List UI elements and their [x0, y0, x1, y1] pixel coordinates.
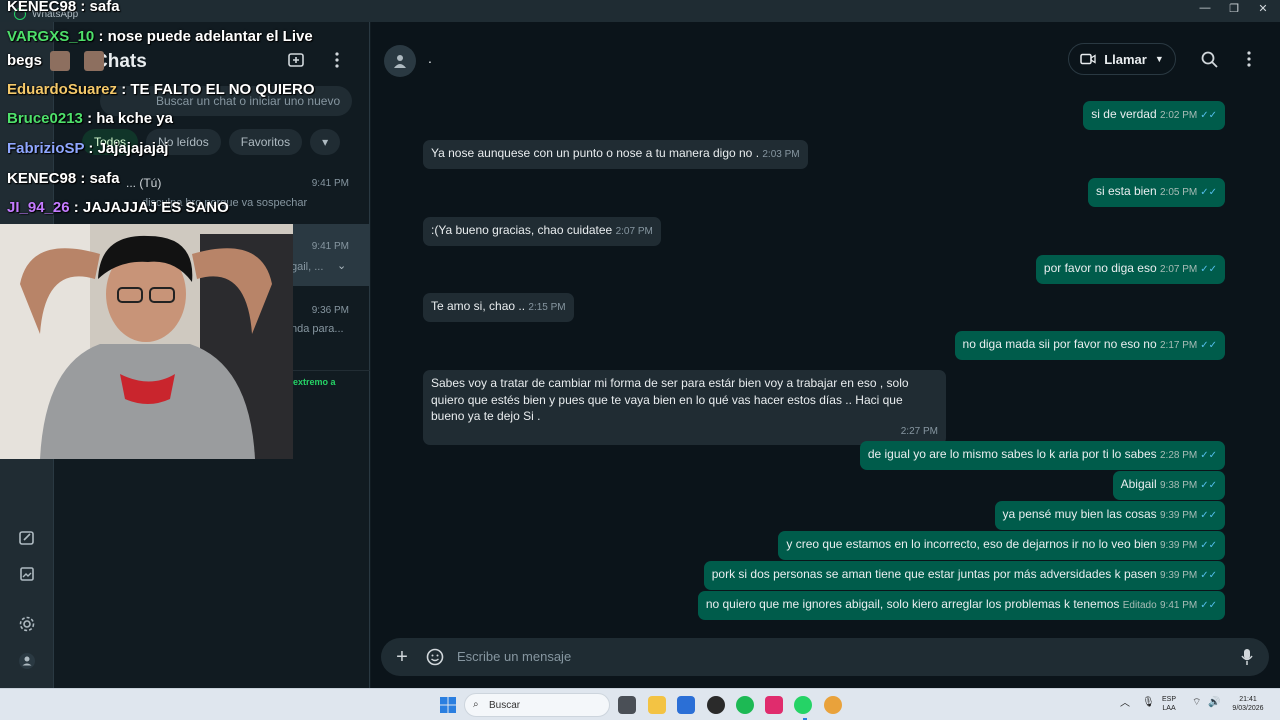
- taskbar: ⌕ Buscar ︿ 🎙 ESP LAA ⌔ 🔊 21:41 9/03/2026: [0, 688, 1280, 720]
- search-icon: ⌕: [473, 699, 479, 710]
- chat-preview: nda para...: [291, 323, 344, 335]
- close-button[interactable]: ✕: [1246, 2, 1280, 15]
- stream-chat-line: KENEC98 : safa: [7, 0, 120, 15]
- task-view-icon[interactable]: [618, 696, 636, 714]
- contact-name[interactable]: .: [428, 50, 432, 66]
- chat-time: 9:41 PM: [311, 178, 349, 189]
- profile-avatar-icon[interactable]: [17, 651, 37, 671]
- outgoing-message[interactable]: no diga mada sii por favor no eso no 2:1…: [954, 331, 1225, 360]
- search-icon[interactable]: [1199, 49, 1219, 69]
- emote-icon: [84, 51, 105, 71]
- chat-time: 9:36 PM: [311, 305, 349, 316]
- file-explorer-icon[interactable]: [648, 696, 666, 714]
- read-ticks-icon: ✓✓: [1200, 110, 1217, 121]
- tiktok-icon[interactable]: [765, 696, 783, 714]
- edited-label: Editado: [1122, 600, 1157, 611]
- outgoing-message[interactable]: por favor no diga eso 2:07 PM ✓✓: [1035, 255, 1225, 284]
- read-ticks-icon: ✓✓: [1200, 570, 1217, 581]
- outgoing-message[interactable]: ya pensé muy bien las cosas 9:39 PM ✓✓: [994, 501, 1225, 530]
- stream-chat-line: Bruce0213 : ha kche ya: [7, 110, 173, 127]
- read-ticks-icon: ✓✓: [1200, 510, 1217, 521]
- obs-icon[interactable]: [707, 696, 725, 714]
- stream-chat-line: EduardoSuarez : TE FALTO EL NO QUIERO: [7, 81, 315, 98]
- incoming-message[interactable]: :(Ya bueno gracias, chao cuidatee 2:07 P…: [423, 217, 661, 246]
- outgoing-message[interactable]: no quiero que me ignores abigail, solo k…: [697, 591, 1225, 620]
- taskbar-search-label: Buscar: [489, 700, 521, 711]
- emote-icon: [50, 51, 71, 71]
- volume-icon[interactable]: 🔊: [1208, 698, 1220, 708]
- filter-favorites[interactable]: Favoritos: [228, 129, 303, 155]
- media-gallery-icon[interactable]: [17, 564, 37, 584]
- outgoing-message[interactable]: pork si dos personas se aman tiene que e…: [703, 561, 1225, 590]
- stream-chat-line: FabrizioSP : Jajajajajaj: [7, 140, 169, 157]
- outgoing-message[interactable]: Abigail 9:38 PM ✓✓: [1112, 471, 1225, 500]
- read-ticks-icon: ✓✓: [1200, 480, 1217, 491]
- clock[interactable]: 21:41 9/03/2026: [1226, 695, 1270, 713]
- conversation-menu-icon[interactable]: [1239, 49, 1259, 69]
- read-ticks-icon: ✓✓: [1200, 450, 1217, 461]
- title-bar: WhatsApp — ❐ ✕: [0, 0, 1280, 22]
- filter-more-dropdown[interactable]: ▾: [310, 129, 341, 155]
- conversation-panel: . Llamar ▼ si de verdad 2:02 PM ✓✓ Ya nos…: [371, 22, 1280, 688]
- outgoing-message[interactable]: y creo que estamos en lo incorrecto, eso…: [778, 531, 1225, 560]
- whatsapp-taskbar-icon[interactable]: [794, 696, 812, 714]
- menu-dots-icon[interactable]: [327, 50, 347, 70]
- incoming-message[interactable]: Te amo si, chao .. 2:15 PM: [423, 293, 574, 322]
- microphone-tray-icon[interactable]: 🎙: [1142, 698, 1155, 708]
- store-icon[interactable]: [677, 696, 695, 714]
- tray-overflow-icon[interactable]: ︿: [1120, 699, 1130, 709]
- message-list: si de verdad 2:02 PM ✓✓ Ya nose aunquese …: [371, 94, 1280, 634]
- stream-chat-line: begs: [7, 51, 105, 71]
- chrome-icon[interactable]: [824, 696, 842, 714]
- outgoing-message[interactable]: si esta bien 2:05 PM ✓✓: [1087, 178, 1225, 207]
- spotify-icon[interactable]: [736, 696, 754, 714]
- chevron-down-icon[interactable]: ⌄: [337, 259, 346, 272]
- outgoing-message[interactable]: de igual yo are lo mismo sabes lo k aria…: [859, 441, 1225, 470]
- microphone-icon[interactable]: [1237, 647, 1257, 667]
- incoming-message[interactable]: Ya nose aunquese con un punto o nose a t…: [423, 140, 808, 169]
- settings-gear-icon[interactable]: [17, 614, 37, 634]
- incoming-message[interactable]: Sabes voy a tratar de cambiar mi forma d…: [423, 370, 946, 445]
- message-input[interactable]: Escribe un mensaje: [457, 649, 571, 664]
- chat-time: 9:41 PM: [311, 241, 349, 252]
- read-ticks-icon: ✓✓: [1200, 264, 1217, 275]
- wifi-icon[interactable]: ⌔: [1192, 698, 1201, 708]
- taskbar-search[interactable]: ⌕ Buscar: [464, 693, 610, 717]
- webcam-overlay: [0, 224, 293, 459]
- chat-preview: ... (Tú): [126, 176, 162, 190]
- stream-chat-line: VARGXS_10 : nose puede adelantar el Live: [7, 28, 313, 45]
- stream-chat-line: KENEC98 : safa: [7, 170, 120, 187]
- call-button[interactable]: Llamar ▼: [1068, 43, 1176, 75]
- attach-plus-icon[interactable]: +: [392, 646, 412, 668]
- conversation-header: . Llamar ▼: [371, 22, 1280, 94]
- sticker-emoji-icon[interactable]: [425, 647, 445, 667]
- composer-box: + Escribe un mensaje: [381, 638, 1269, 676]
- read-ticks-icon: ✓✓: [1200, 187, 1217, 198]
- read-ticks-icon: ✓✓: [1200, 340, 1217, 351]
- read-ticks-icon: ✓✓: [1200, 540, 1217, 551]
- call-label: Llamar: [1104, 51, 1147, 67]
- video-camera-icon: [1080, 53, 1096, 65]
- stream-chat-line: JI_94_26 : JAJAJJAJ ES SANO: [7, 199, 229, 216]
- new-chat-icon[interactable]: [286, 50, 306, 70]
- caret-down-icon: ▼: [1154, 54, 1164, 64]
- edit-status-icon[interactable]: [17, 528, 37, 548]
- encryption-notice-text: extremo a: [293, 377, 336, 387]
- chat-preview: gail, ...: [291, 261, 324, 273]
- composer: + Escribe un mensaje: [371, 634, 1280, 688]
- read-ticks-icon: ✓✓: [1200, 600, 1217, 611]
- language-indicator[interactable]: ESP LAA: [1162, 695, 1176, 713]
- outgoing-message[interactable]: si de verdad 2:02 PM ✓✓: [1083, 101, 1225, 130]
- contact-avatar[interactable]: [384, 45, 416, 77]
- windows-start-icon[interactable]: [440, 697, 456, 718]
